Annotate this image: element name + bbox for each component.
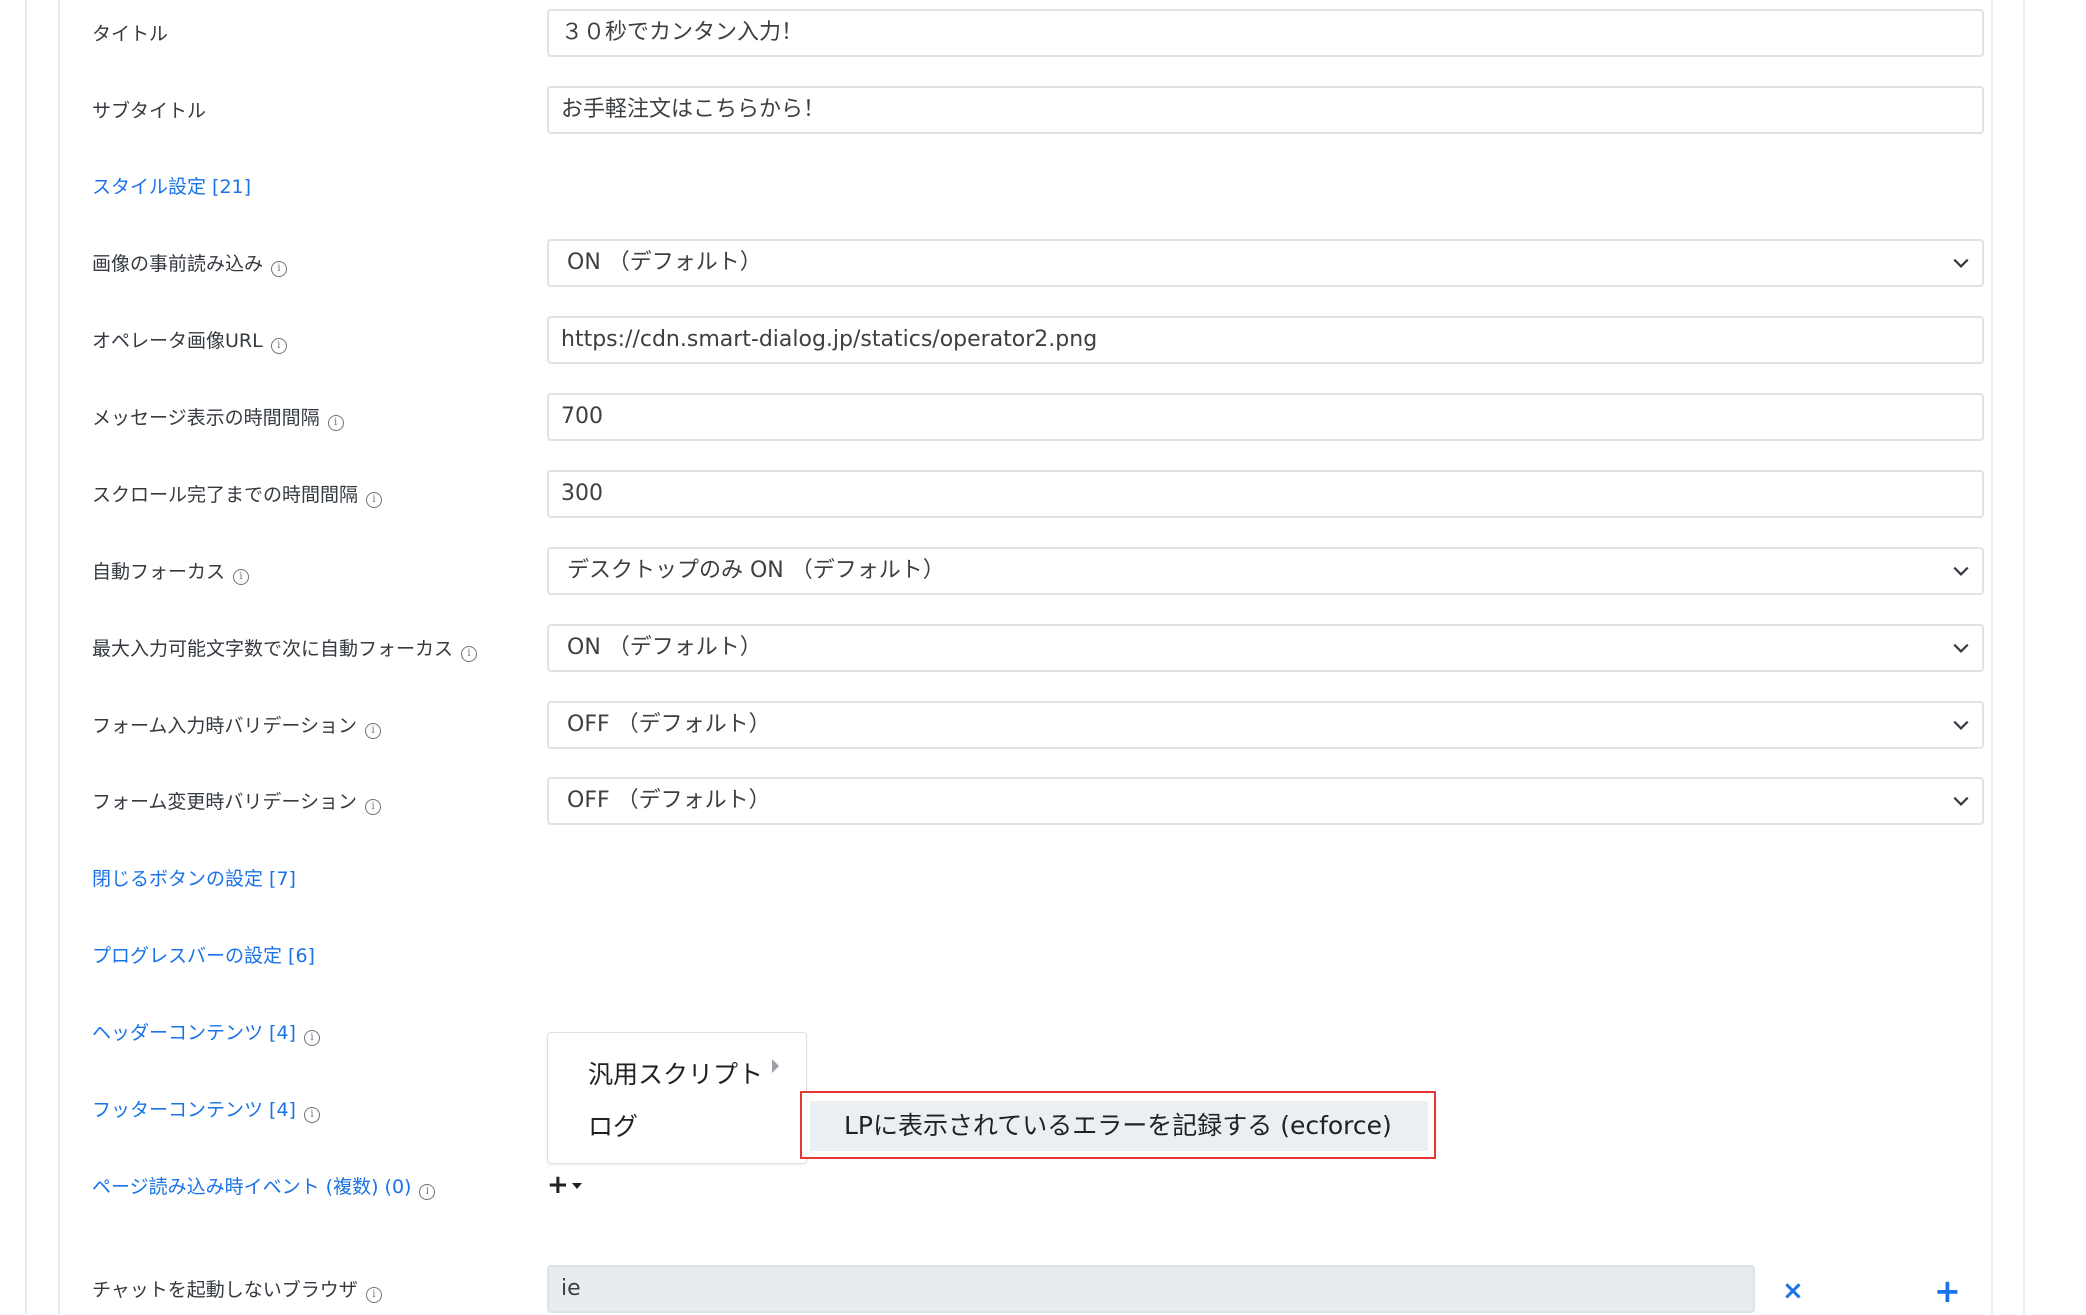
chevron-down-icon	[1953, 796, 1969, 806]
auto-focus-value: デスクトップのみ ON （デフォルト）	[567, 558, 945, 583]
image-preload-label: 画像の事前読み込み i	[92, 239, 288, 289]
chevron-down-icon	[1953, 643, 1969, 653]
info-icon[interactable]: i	[419, 1184, 436, 1200]
footer-content-link-text: フッターコンテンツ [4]	[92, 1099, 296, 1121]
chevron-down-icon	[1953, 720, 1969, 730]
operator-image-url-label: オペレータ画像URL i	[92, 316, 287, 366]
style-settings-link[interactable]: スタイル設定 [21]	[92, 162, 251, 212]
input-validation-label: フォーム入力時バリデーション i	[92, 701, 382, 751]
change-validation-value: OFF （デフォルト）	[567, 788, 771, 813]
event-type-menu: 汎用スクリプト ログ	[547, 1032, 807, 1164]
message-interval-input[interactable]: 700	[547, 393, 1984, 441]
row-message-interval: メッセージ表示の時間間隔 i 700	[92, 393, 1984, 443]
info-icon[interactable]: i	[271, 261, 288, 277]
input-validation-select[interactable]: OFF （デフォルト）	[547, 701, 1984, 749]
message-interval-label-text: メッセージ表示の時間間隔	[92, 407, 320, 429]
info-icon[interactable]: i	[461, 646, 478, 662]
row-close-button: 閉じるボタンの設定 [7]	[92, 854, 1984, 904]
info-icon[interactable]: i	[233, 569, 250, 585]
menu-item-generic-script[interactable]: 汎用スクリプト	[588, 1055, 763, 1091]
row-subtitle: サブタイトル お手軽注文はこちらから！	[92, 86, 1984, 136]
caret-down-icon	[571, 1183, 582, 1189]
footer-content-link[interactable]: フッターコンテンツ [4] i	[92, 1085, 320, 1135]
info-icon[interactable]: i	[365, 1287, 382, 1303]
info-icon[interactable]: i	[365, 723, 382, 739]
row-title: タイトル ３０秒でカンタン入力！	[92, 9, 1984, 59]
row-progress-bar: プログレスバーの設定 [6]	[92, 931, 1984, 981]
scroll-interval-label-text: スクロール完了までの時間間隔	[92, 484, 359, 506]
row-style-settings: スタイル設定 [21]	[92, 162, 1984, 212]
max-input-auto-focus-label: 最大入力可能文字数で次に自動フォーカス i	[92, 624, 478, 674]
image-preload-value: ON （デフォルト）	[567, 250, 762, 275]
info-icon[interactable]: i	[270, 338, 287, 354]
auto-focus-select[interactable]: デスクトップのみ ON （デフォルト）	[547, 547, 1984, 595]
chevron-right-icon	[772, 1059, 779, 1073]
excluded-browsers-label-text: チャットを起動しないブラウザ	[92, 1279, 358, 1301]
chevron-down-icon	[1953, 566, 1969, 576]
row-operator-image-url: オペレータ画像URL i https://cdn.smart-dialog.jp/…	[92, 316, 1984, 366]
row-scroll-interval: スクロール完了までの時間間隔 i 300	[92, 470, 1984, 520]
info-icon[interactable]: i	[303, 1107, 320, 1123]
input-validation-value: OFF （デフォルト）	[567, 712, 771, 737]
menu-item-log[interactable]: ログ	[588, 1107, 638, 1143]
header-content-link-text: ヘッダーコンテンツ [4]	[92, 1022, 296, 1044]
excluded-browsers-label: チャットを起動しないブラウザ i	[92, 1265, 382, 1315]
subtitle-label: サブタイトル	[92, 100, 207, 122]
max-input-auto-focus-value: ON （デフォルト）	[567, 635, 762, 660]
change-validation-select[interactable]: OFF （デフォルト）	[547, 777, 1984, 825]
row-page-load-events: ページ読み込み時イベント (複数) (0) i	[92, 1162, 1984, 1212]
page-load-events-link-text: ページ読み込み時イベント (複数) (0)	[92, 1176, 412, 1198]
change-validation-label: フォーム変更時バリデーション i	[92, 777, 382, 827]
close-button-settings-link[interactable]: 閉じるボタンの設定 [7]	[92, 854, 296, 904]
add-browser-button[interactable]: +	[1934, 1272, 1961, 1310]
row-header-content: ヘッダーコンテンツ [4] i	[92, 1008, 1984, 1058]
page-load-events-link[interactable]: ページ読み込み時イベント (複数) (0) i	[92, 1162, 436, 1212]
info-icon[interactable]: i	[303, 1030, 320, 1046]
input-validation-label-text: フォーム入力時バリデーション	[92, 715, 358, 737]
row-excluded-browsers: チャットを起動しないブラウザ i ie	[92, 1265, 1984, 1315]
max-input-auto-focus-label-text: 最大入力可能文字数で次に自動フォーカス	[92, 638, 454, 660]
operator-image-url-label-text: オペレータ画像URL	[92, 330, 263, 352]
log-submenu: LPに表示されているエラーを記録する (ecforce)	[800, 1091, 1436, 1159]
auto-focus-label: 自動フォーカス i	[92, 547, 250, 597]
subtitle-input[interactable]: お手軽注文はこちらから！	[547, 86, 1984, 134]
submenu-item-record-lp-errors[interactable]: LPに表示されているエラーを記録する (ecforce)	[810, 1101, 1428, 1151]
auto-focus-label-text: 自動フォーカス	[92, 561, 226, 583]
row-change-validation: フォーム変更時バリデーション i OFF （デフォルト）	[92, 777, 1984, 827]
scroll-interval-input[interactable]: 300	[547, 470, 1984, 518]
remove-browser-button[interactable]: ×	[1782, 1276, 1804, 1306]
message-interval-label: メッセージ表示の時間間隔 i	[92, 393, 344, 443]
row-image-preload: 画像の事前読み込み i ON （デフォルト）	[92, 239, 1984, 289]
image-preload-label-text: 画像の事前読み込み	[92, 253, 264, 275]
title-input[interactable]: ３０秒でカンタン入力！	[547, 9, 1984, 57]
row-input-validation: フォーム入力時バリデーション i OFF （デフォルト）	[92, 701, 1984, 751]
operator-image-url-input[interactable]: https://cdn.smart-dialog.jp/statics/oper…	[547, 316, 1984, 364]
row-max-input-auto-focus: 最大入力可能文字数で次に自動フォーカス i ON （デフォルト）	[92, 624, 1984, 674]
add-event-dropdown-button[interactable]: +	[547, 1170, 582, 1200]
row-auto-focus: 自動フォーカス i デスクトップのみ ON （デフォルト）	[92, 547, 1984, 597]
image-preload-select[interactable]: ON （デフォルト）	[547, 239, 1984, 287]
max-input-auto-focus-select[interactable]: ON （デフォルト）	[547, 624, 1984, 672]
info-icon[interactable]: i	[327, 415, 344, 431]
change-validation-label-text: フォーム変更時バリデーション	[92, 791, 358, 813]
header-content-link[interactable]: ヘッダーコンテンツ [4] i	[92, 1008, 320, 1058]
progress-bar-settings-link[interactable]: プログレスバーの設定 [6]	[92, 931, 315, 981]
info-icon[interactable]: i	[365, 799, 382, 815]
title-label: タイトル	[92, 23, 169, 45]
excluded-browser-input[interactable]: ie	[547, 1265, 1755, 1313]
chevron-down-icon	[1953, 258, 1969, 268]
plus-icon: +	[547, 1170, 569, 1200]
info-icon[interactable]: i	[366, 492, 383, 508]
scroll-interval-label: スクロール完了までの時間間隔 i	[92, 470, 383, 520]
